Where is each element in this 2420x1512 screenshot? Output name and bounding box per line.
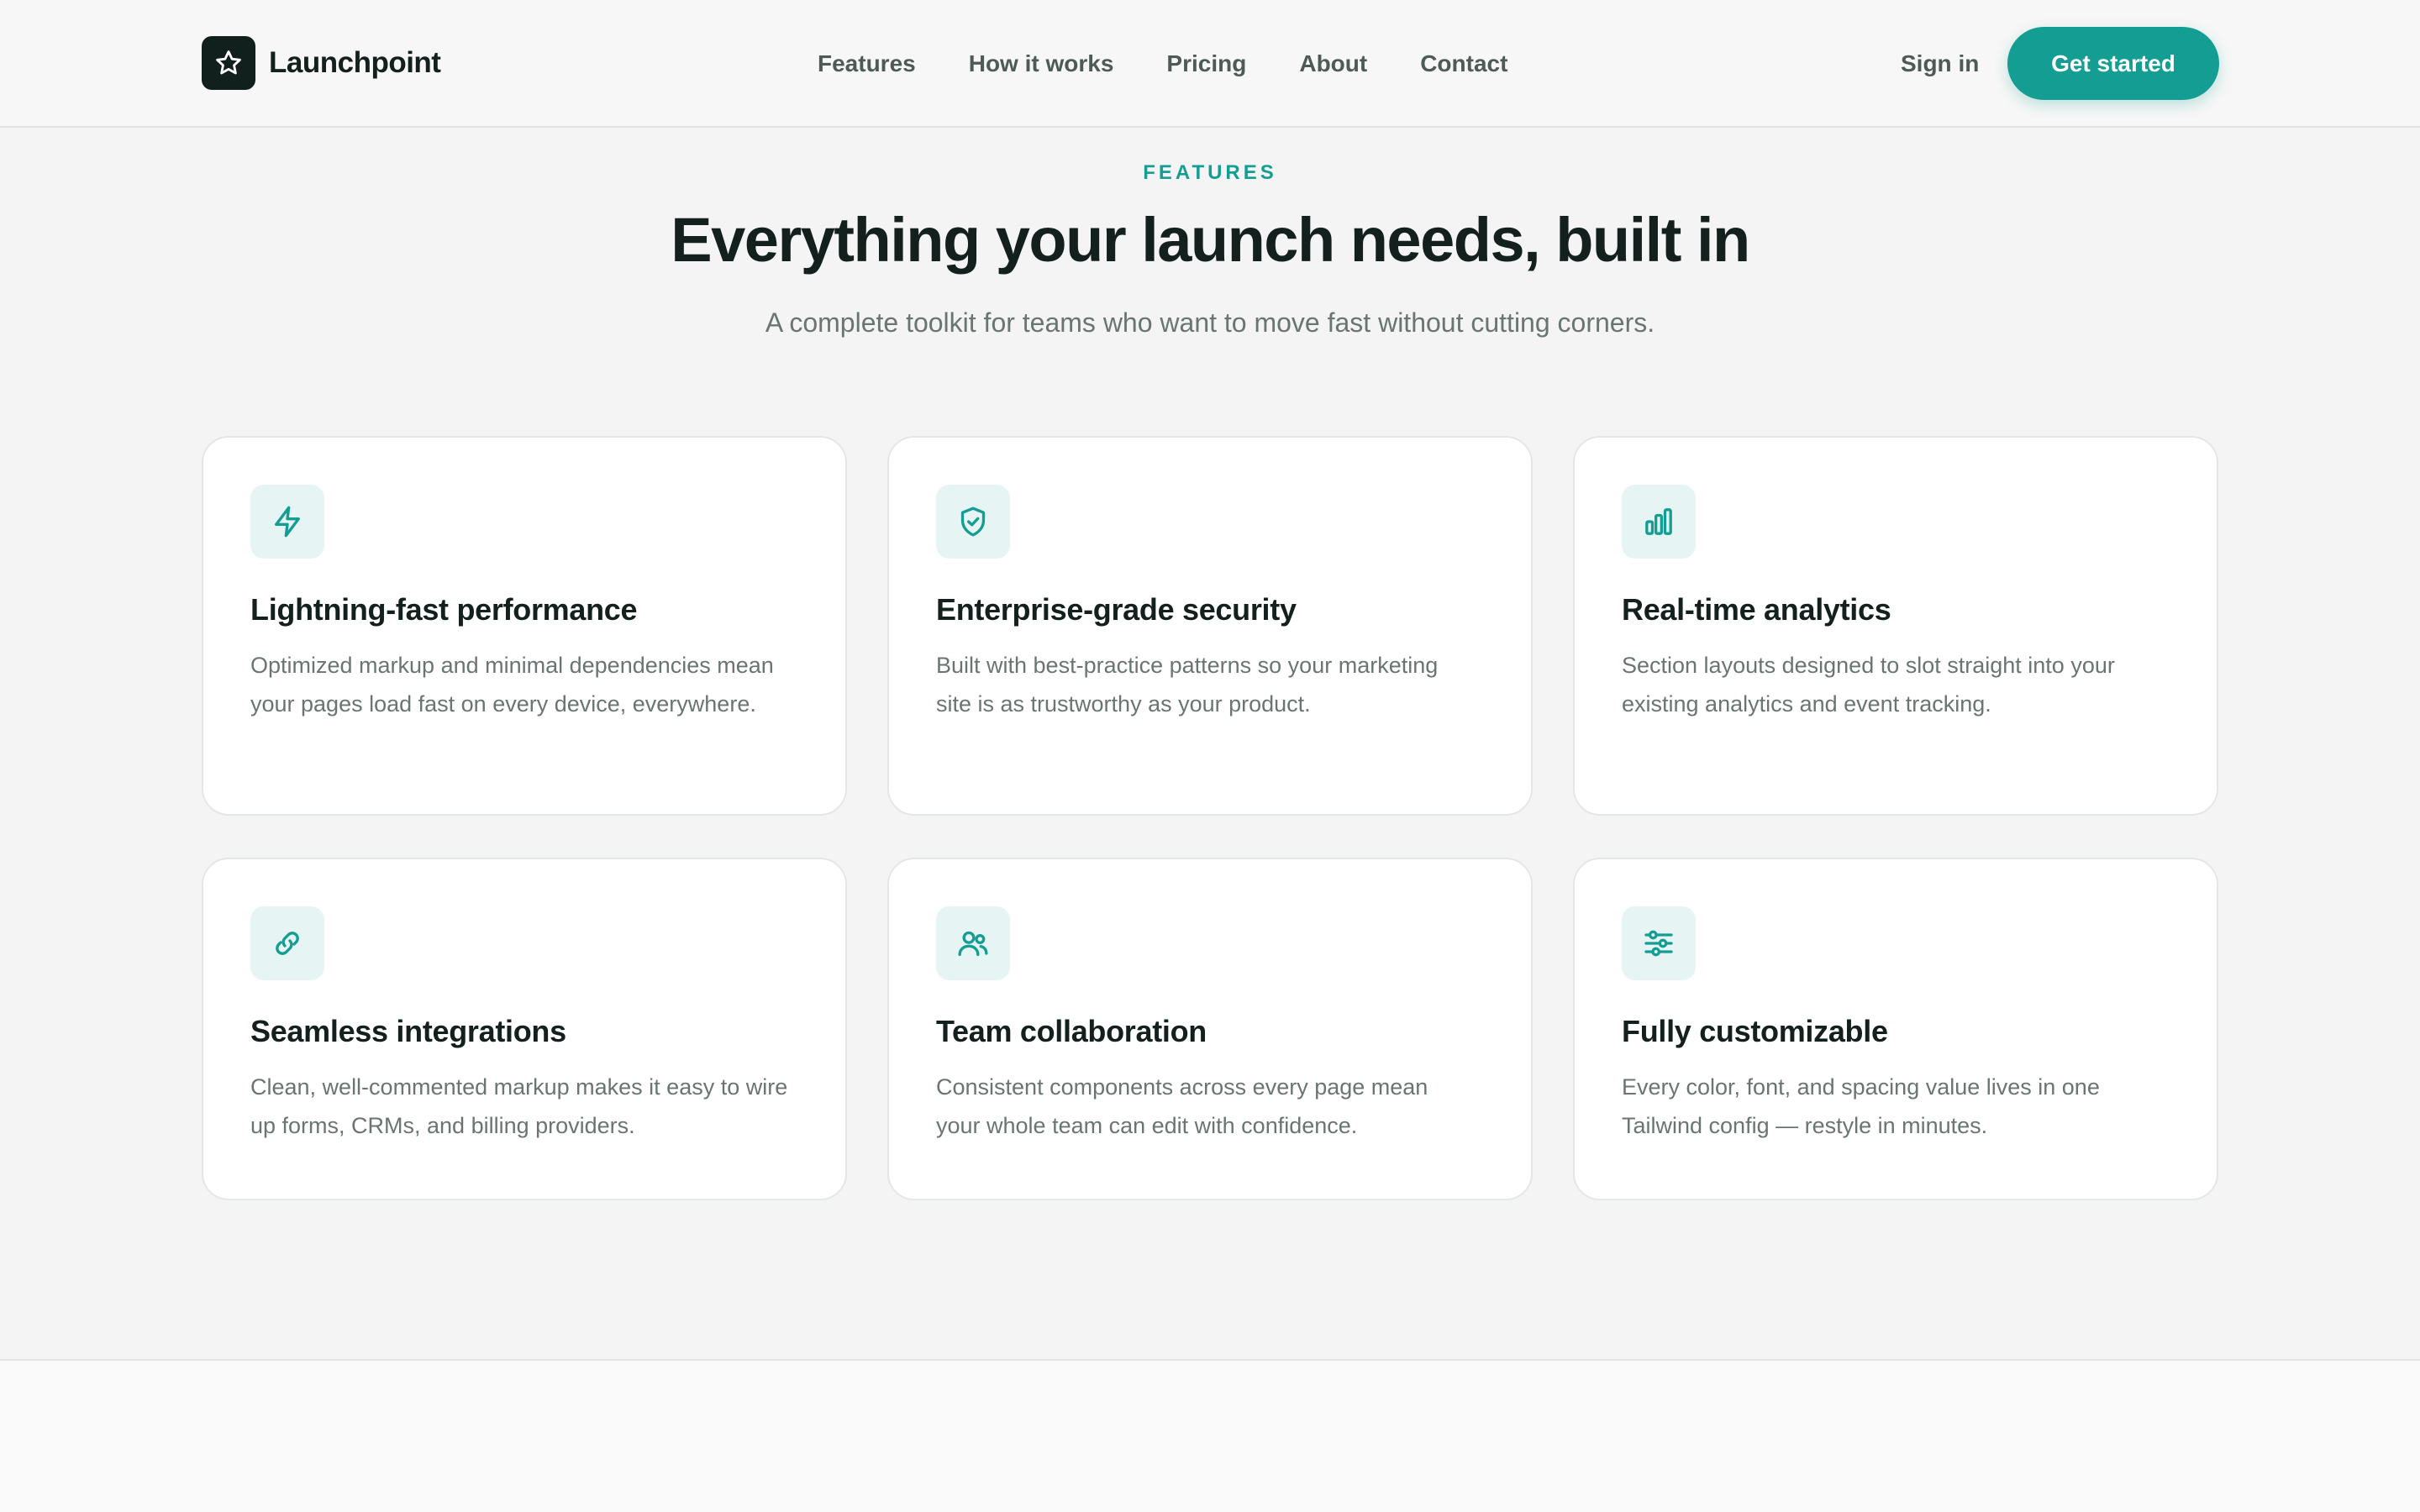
feature-description: Built with best-practice patterns so you… (936, 653, 1439, 717)
link-icon (250, 906, 324, 980)
section-eyebrow: FEATURES (1143, 161, 1277, 184)
section-title: Everything your launch needs, built in (671, 205, 1750, 275)
feature-grid: Lightning-fast performance Optimized mar… (202, 436, 2218, 1200)
feature-card-integrations: Seamless integrations Clean, well-commen… (202, 858, 847, 1200)
main-nav: Features How it works Pricing About Cont… (818, 42, 1507, 86)
feature-card-security: Enterprise-grade security Built with bes… (887, 436, 1533, 816)
nav-link-features[interactable]: Features (818, 50, 916, 77)
nav-link-pricing[interactable]: Pricing (1166, 50, 1246, 77)
brand-logo-link[interactable]: Launchpoint (202, 36, 441, 90)
brand-name: Launchpoint (269, 46, 441, 79)
section-subtitle: A complete toolkit for teams who want to… (765, 307, 1655, 338)
users-icon (936, 906, 1010, 980)
nav-link-how-it-works[interactable]: How it works (969, 50, 1114, 77)
feature-description: Every color, font, and spacing value liv… (1622, 1074, 2100, 1138)
feature-card-performance: Lightning-fast performance Optimized mar… (202, 436, 847, 816)
feature-title: Enterprise-grade security (936, 592, 1297, 627)
shield-check-icon (936, 485, 1010, 559)
feature-card-analytics: Real-time analytics Section layouts desi… (1573, 436, 2218, 816)
feature-description: Section layouts designed to slot straigh… (1622, 653, 2115, 717)
feature-title: Team collaboration (936, 1014, 1207, 1048)
lightning-icon (250, 485, 324, 559)
feature-title: Real-time analytics (1622, 592, 1891, 627)
nav-link-contact[interactable]: Contact (1420, 50, 1507, 77)
site-header: Launchpoint Features How it works Pricin… (0, 0, 2420, 128)
star-icon (202, 36, 255, 90)
feature-description: Optimized markup and minimal dependencie… (250, 653, 774, 717)
nav-link-about[interactable]: About (1299, 50, 1367, 77)
feature-title: Fully customizable (1622, 1014, 1888, 1048)
feature-description: Clean, well-commented markup makes it ea… (250, 1074, 788, 1138)
get-started-button[interactable]: Get started (2007, 27, 2219, 100)
feature-description: Consistent components across every page … (936, 1074, 1428, 1138)
sliders-icon (1622, 906, 1696, 980)
feature-card-customizable: Fully customizable Every color, font, an… (1573, 858, 2218, 1200)
feature-card-collaboration: Team collaboration Consistent components… (887, 858, 1533, 1200)
feature-title: Lightning-fast performance (250, 592, 638, 627)
feature-title: Seamless integrations (250, 1014, 566, 1048)
bar-chart-icon (1622, 485, 1696, 559)
sign-in-link[interactable]: Sign in (1901, 42, 1979, 86)
next-section-band (0, 1359, 2420, 1512)
